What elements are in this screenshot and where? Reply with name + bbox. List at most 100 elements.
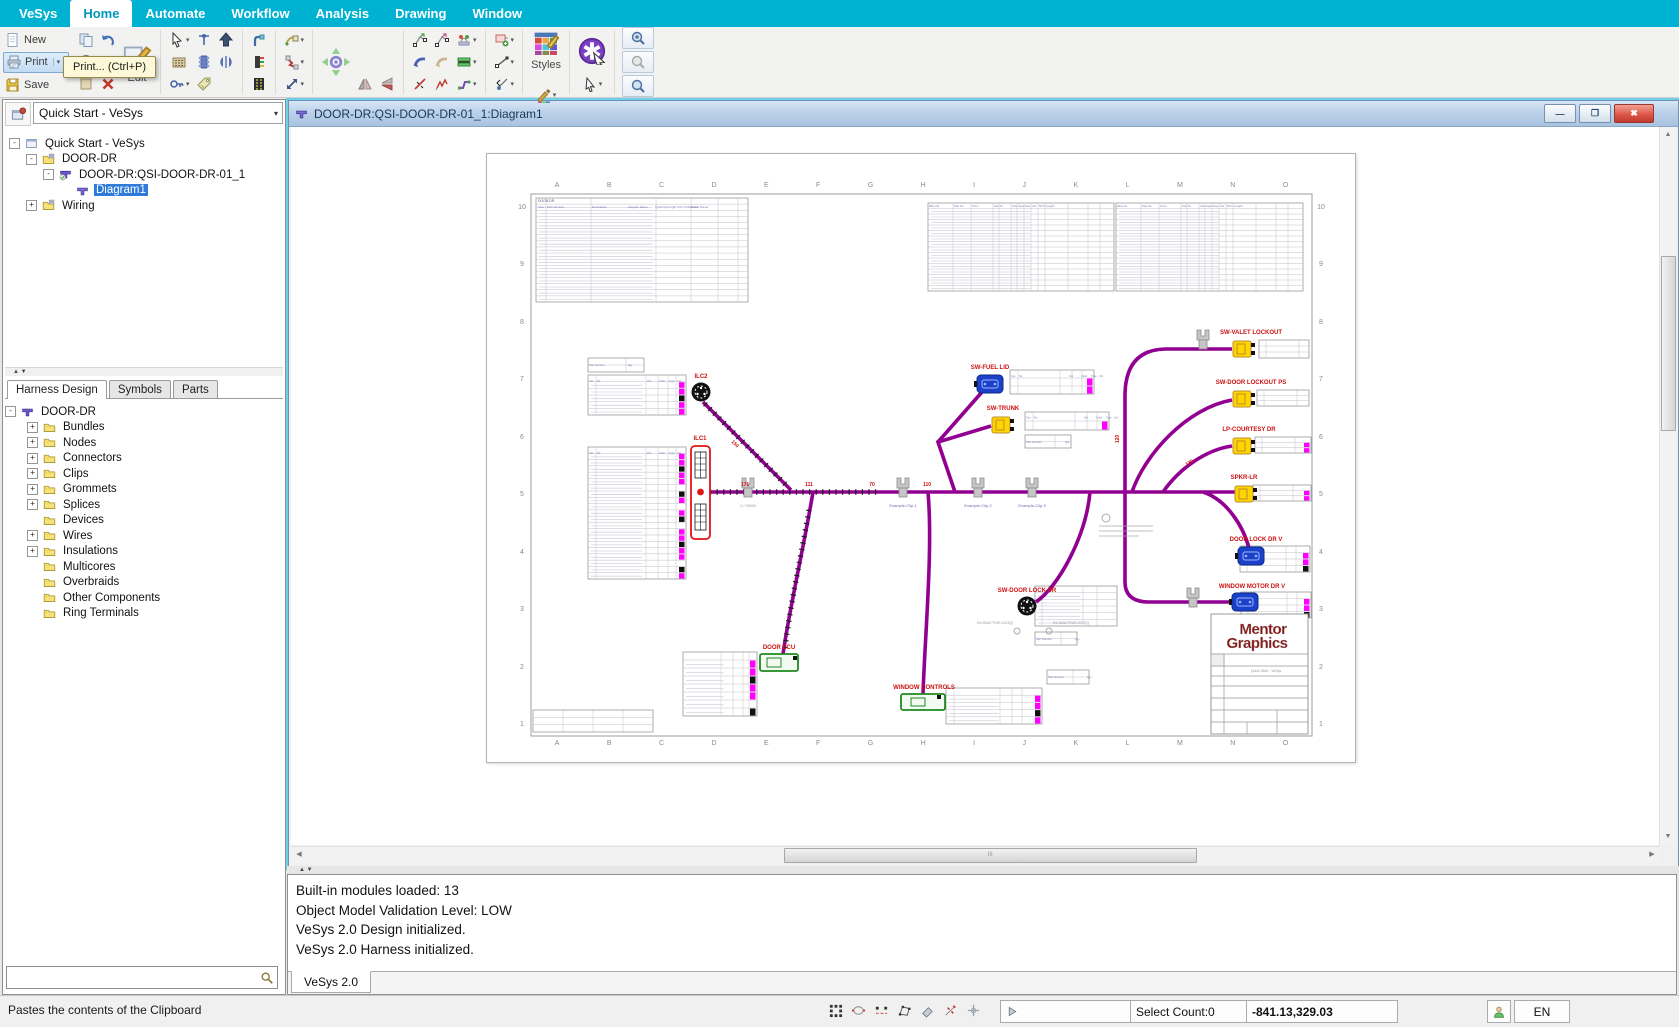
scroll-down-icon[interactable]: ▼ xyxy=(1660,829,1676,845)
connector-sw-valet-lockout[interactable] xyxy=(1233,341,1255,357)
key-tool-button[interactable]: ▾ xyxy=(166,73,193,95)
vertical-scrollbar[interactable]: ▲ ▼ xyxy=(1659,127,1676,845)
menu-item[interactable]: Home xyxy=(70,0,132,27)
library-tab[interactable]: Parts xyxy=(173,380,218,398)
expander-icon[interactable]: + xyxy=(27,530,38,541)
expander-icon[interactable]: - xyxy=(43,169,54,180)
expander-icon[interactable]: + xyxy=(27,453,38,464)
path-start-tool-button[interactable] xyxy=(409,29,431,51)
dropdown-arrow-icon[interactable]: ▾ xyxy=(511,36,515,44)
minimize-button[interactable]: — xyxy=(1544,104,1576,123)
tree-item[interactable]: + Grommets xyxy=(5,482,283,498)
wire-style-tool-button[interactable]: ▾ xyxy=(281,29,308,51)
expander-icon[interactable]: - xyxy=(5,406,16,417)
expander-icon[interactable]: + xyxy=(27,422,38,433)
menu-item[interactable]: VeSys xyxy=(6,0,70,27)
tree-item[interactable]: - DOOR-DR xyxy=(5,152,283,168)
library-tool-button[interactable] xyxy=(166,51,193,73)
menu-item[interactable]: Workflow xyxy=(218,0,302,27)
mirror-vertical-tool-button[interactable] xyxy=(354,73,376,95)
add-connector-tool-button[interactable]: ▾ xyxy=(491,29,518,51)
clip-symbols[interactable] xyxy=(742,330,1209,607)
ellipse-select-icon[interactable] xyxy=(851,1003,866,1018)
console-splitter[interactable]: ▲ ▼ xyxy=(287,866,1679,874)
dropdown-arrow-icon[interactable]: ▾ xyxy=(553,91,557,99)
scroll-right-icon[interactable]: ▶ xyxy=(1644,847,1660,863)
expander-icon[interactable]: - xyxy=(26,154,37,165)
connector-sw-door-lock-dr[interactable] xyxy=(1018,597,1037,616)
tree-item[interactable]: + Insulations xyxy=(5,544,283,560)
dashed-line-icon[interactable] xyxy=(874,1003,889,1018)
menu-item[interactable]: Analysis xyxy=(303,0,382,27)
close-button[interactable]: ✖ xyxy=(1614,104,1654,123)
tree-item[interactable]: + Wiring xyxy=(5,198,283,214)
pointer-tool-button[interactable]: ▾ xyxy=(575,73,609,95)
script-run-field[interactable] xyxy=(1000,1000,1134,1023)
language-indicator[interactable]: EN xyxy=(1514,1000,1570,1023)
dropdown-arrow-icon[interactable]: ▾ xyxy=(186,36,190,44)
tree-item[interactable]: Diagram1 xyxy=(5,183,283,199)
search-input[interactable] xyxy=(7,969,260,986)
dropdown-arrow-icon[interactable]: ▾ xyxy=(301,36,305,44)
bend-wire-tool-button[interactable] xyxy=(248,29,270,51)
library-tab[interactable]: Harness Design xyxy=(7,380,107,399)
stretch-tool-button[interactable]: ▾ xyxy=(281,73,308,95)
tree-item[interactable]: + Splices xyxy=(5,497,283,513)
connector-sw-trunk[interactable] xyxy=(992,417,1014,433)
search-icon[interactable] xyxy=(260,971,274,985)
tree-item[interactable]: Ring Terminals xyxy=(5,606,283,622)
segment-tool-button[interactable]: ▾ xyxy=(491,51,518,73)
pin-tool-button[interactable]: ▾ xyxy=(491,73,518,95)
format-brush-tool-button[interactable]: ▾ xyxy=(528,84,564,106)
polygon-select-icon[interactable] xyxy=(897,1003,912,1018)
vertical-scroll-thumb[interactable] xyxy=(1661,256,1676,430)
smart-select-tool-button[interactable] xyxy=(575,29,609,73)
scroll-up-icon[interactable]: ▲ xyxy=(1660,127,1676,143)
chevron-down-icon[interactable]: ▾ xyxy=(274,109,278,118)
project-combobox[interactable]: Quick Start - VeSys ▾ xyxy=(33,102,283,124)
connector-door-ecu[interactable] xyxy=(760,654,798,671)
expander-icon[interactable]: + xyxy=(27,437,38,448)
expander-icon[interactable]: - xyxy=(9,138,20,149)
undo-button[interactable] xyxy=(97,29,119,51)
tree-item[interactable]: Multicores xyxy=(5,559,283,575)
drawing-canvas[interactable]: DOOR-DRIndexPart NumberDescriptionSuppli… xyxy=(291,127,1660,845)
tree-item[interactable]: + Connectors xyxy=(5,451,283,467)
menu-item[interactable]: Drawing xyxy=(382,0,459,27)
expander-icon[interactable]: + xyxy=(27,484,38,495)
play-icon[interactable] xyxy=(1006,1005,1019,1018)
tree-item[interactable]: + Wires xyxy=(5,528,283,544)
user-button[interactable] xyxy=(1487,1000,1511,1023)
diagram-window-titlebar[interactable]: DOOR-DR:QSI-DOOR-DR-01_1:Diagram1 — ❐ ✖ xyxy=(289,101,1678,127)
harness-bundles[interactable] xyxy=(703,349,1249,694)
mirror-horizontal-tool-button[interactable] xyxy=(376,73,398,95)
styles-button[interactable]: Styles xyxy=(528,18,564,84)
connector-window-controls[interactable] xyxy=(901,694,945,710)
menu-item[interactable]: Window xyxy=(459,0,535,27)
tree-item[interactable]: + Nodes xyxy=(5,435,283,451)
tree-item[interactable]: Devices xyxy=(5,513,283,529)
junction-tool-button[interactable]: ▾ xyxy=(453,29,480,51)
eraser-icon[interactable] xyxy=(920,1003,935,1018)
dropdown-arrow-icon[interactable]: ▾ xyxy=(301,80,305,88)
crosshair-icon[interactable] xyxy=(966,1003,981,1018)
expander-icon[interactable]: + xyxy=(26,200,37,211)
node-tool-button[interactable] xyxy=(193,29,215,51)
library-tab[interactable]: Symbols xyxy=(109,380,171,398)
tree-item[interactable]: Overbraids xyxy=(5,575,283,591)
rails-tool-button[interactable]: ▾ xyxy=(453,51,480,73)
markup-pen-icon[interactable] xyxy=(943,1003,958,1018)
scroll-left-icon[interactable]: ◀ xyxy=(291,847,307,863)
dropdown-arrow-icon[interactable]: ▾ xyxy=(301,58,305,66)
connector-board-tool-button[interactable] xyxy=(248,51,270,73)
connector-lp-courtesy-dr[interactable] xyxy=(1233,438,1255,454)
connector-ilc2[interactable] xyxy=(692,383,711,402)
tree-item-door-dr[interactable]: - DOOR-DR xyxy=(5,404,283,420)
horizontal-scrollbar[interactable]: ◀ ▶ xyxy=(291,846,1660,863)
console-tab-vesys[interactable]: VeSys 2.0 xyxy=(291,971,371,993)
connector-window-motor-drv[interactable] xyxy=(1229,593,1258,611)
path-end-tool-button[interactable] xyxy=(431,29,453,51)
zoom2-button[interactable] xyxy=(622,51,654,73)
select-tool-button[interactable]: ▾ xyxy=(166,29,193,51)
pin-board-tool-button[interactable] xyxy=(248,73,270,95)
